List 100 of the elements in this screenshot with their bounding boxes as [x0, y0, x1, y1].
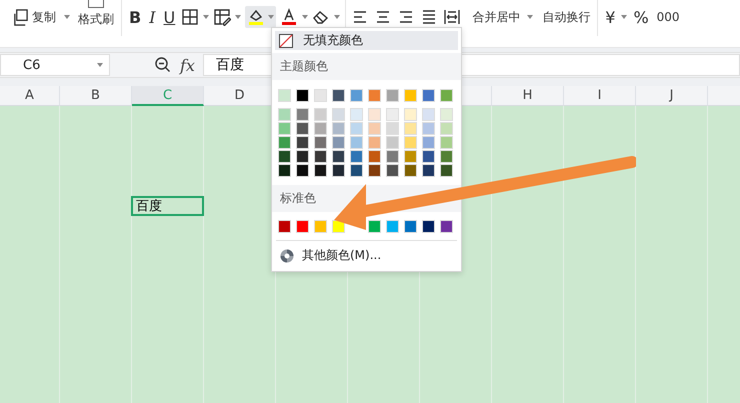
more-colors-item[interactable]: 其他颜色(M)... [272, 241, 390, 267]
color-swatch[interactable] [386, 89, 399, 102]
color-swatch[interactable] [296, 136, 309, 149]
no-fill-item[interactable]: 无填充颜色 [275, 31, 458, 50]
function-button[interactable]: fx [180, 56, 195, 74]
color-swatch[interactable] [440, 220, 453, 233]
name-box[interactable]: C6 [0, 54, 110, 76]
color-swatch[interactable] [314, 220, 327, 233]
color-swatch[interactable] [278, 150, 291, 163]
color-swatch[interactable] [332, 89, 345, 102]
color-swatch[interactable] [314, 136, 327, 149]
column-header[interactable]: A [0, 86, 60, 106]
color-swatch[interactable] [332, 164, 345, 177]
color-swatch[interactable] [404, 89, 417, 102]
color-swatch[interactable] [440, 164, 453, 177]
fill-color-button[interactable] [245, 6, 276, 28]
color-swatch[interactable] [404, 164, 417, 177]
wrap-text-button[interactable]: 自动换行 [540, 6, 592, 28]
column-header[interactable]: H [492, 86, 564, 106]
bold-button[interactable]: B [127, 6, 144, 28]
zoom-icon[interactable] [154, 56, 172, 74]
color-swatch[interactable] [278, 136, 291, 149]
format-painter-button[interactable]: 格式刷 [76, 8, 116, 30]
color-swatch[interactable] [296, 122, 309, 135]
underline-button[interactable]: U [162, 6, 178, 28]
caret-icon[interactable] [203, 15, 210, 19]
color-swatch[interactable] [278, 220, 291, 233]
color-swatch[interactable] [422, 89, 435, 102]
color-swatch[interactable] [422, 164, 435, 177]
color-swatch[interactable] [386, 122, 399, 135]
color-swatch[interactable] [296, 150, 309, 163]
color-swatch[interactable] [350, 150, 363, 163]
color-swatch[interactable] [386, 220, 399, 233]
caret-icon[interactable] [97, 63, 103, 67]
color-swatch[interactable] [314, 108, 327, 121]
color-swatch[interactable] [440, 122, 453, 135]
caret-icon[interactable] [334, 15, 340, 19]
column-header[interactable]: J [636, 86, 708, 106]
color-swatch[interactable] [422, 108, 435, 121]
color-swatch[interactable] [368, 89, 381, 102]
color-swatch[interactable] [404, 122, 417, 135]
caret-icon[interactable] [527, 15, 534, 19]
color-swatch[interactable] [314, 150, 327, 163]
caret-icon[interactable] [302, 15, 308, 19]
distribute-icon[interactable] [443, 8, 462, 26]
color-swatch[interactable] [368, 164, 381, 177]
color-swatch[interactable] [350, 136, 363, 149]
color-swatch[interactable] [404, 150, 417, 163]
color-swatch[interactable] [440, 150, 453, 163]
color-swatch[interactable] [404, 220, 417, 233]
color-swatch[interactable] [296, 164, 309, 177]
color-swatch[interactable] [368, 220, 381, 233]
color-swatch[interactable] [368, 136, 381, 149]
color-swatch[interactable] [386, 136, 399, 149]
color-swatch[interactable] [422, 122, 435, 135]
currency-button[interactable]: ¥ [603, 6, 618, 28]
color-swatch[interactable] [332, 122, 345, 135]
color-swatch[interactable] [386, 150, 399, 163]
color-swatch[interactable] [440, 108, 453, 121]
color-swatch[interactable] [350, 122, 363, 135]
color-swatch[interactable] [386, 108, 399, 121]
color-swatch[interactable] [404, 136, 417, 149]
color-swatch[interactable] [332, 150, 345, 163]
caret-icon[interactable] [621, 15, 628, 19]
color-swatch[interactable] [350, 89, 363, 102]
color-swatch[interactable] [314, 89, 327, 102]
color-swatch[interactable] [350, 108, 363, 121]
color-swatch[interactable] [368, 150, 381, 163]
color-swatch[interactable] [278, 164, 291, 177]
color-swatch[interactable] [332, 108, 345, 121]
color-swatch[interactable] [440, 136, 453, 149]
copy-icon[interactable] [12, 8, 29, 26]
color-swatch[interactable] [368, 108, 381, 121]
color-swatch[interactable] [386, 164, 399, 177]
color-swatch[interactable] [296, 108, 309, 121]
color-swatch[interactable] [278, 108, 291, 121]
color-swatch[interactable] [296, 89, 309, 102]
color-swatch[interactable] [314, 122, 327, 135]
color-swatch[interactable] [422, 136, 435, 149]
caret-icon[interactable] [64, 15, 70, 19]
column-header[interactable]: I [564, 86, 636, 106]
color-swatch[interactable] [368, 122, 381, 135]
color-swatch[interactable] [422, 150, 435, 163]
copy-button[interactable]: 复制 [10, 6, 58, 28]
italic-button[interactable]: I [147, 6, 158, 28]
color-swatch[interactable] [296, 220, 309, 233]
color-swatch[interactable] [350, 164, 363, 177]
color-swatch[interactable] [314, 164, 327, 177]
color-swatch[interactable] [278, 89, 291, 102]
color-swatch[interactable] [332, 136, 345, 149]
color-swatch[interactable] [278, 122, 291, 135]
active-cell[interactable]: 百度 [131, 196, 204, 216]
table-pencil-icon[interactable] [213, 8, 232, 26]
column-header[interactable]: B [60, 86, 132, 106]
merge-center-button[interactable]: 合并居中 [470, 6, 522, 28]
percent-button[interactable]: % [631, 6, 651, 28]
borders-icon[interactable] [181, 8, 200, 26]
color-swatch[interactable] [440, 89, 453, 102]
thousands-button[interactable]: 000 [654, 6, 682, 28]
color-swatch[interactable] [422, 220, 435, 233]
